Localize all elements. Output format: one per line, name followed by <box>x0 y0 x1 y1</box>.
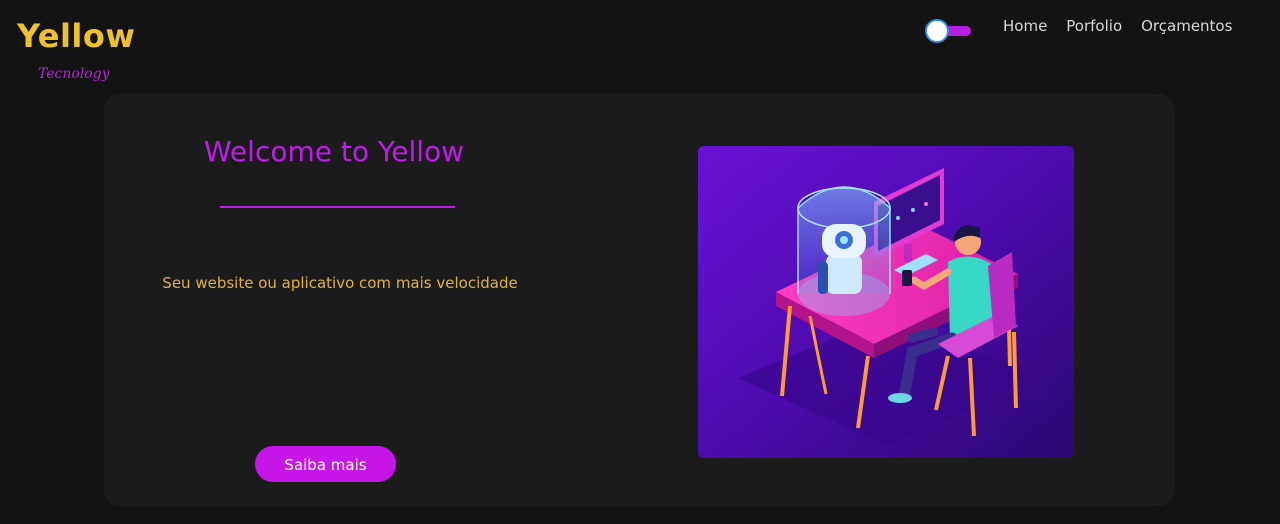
page: Yellow Tecnology Home Porfolio Orçamento… <box>0 0 1280 524</box>
logo-title[interactable]: Yellow <box>17 16 135 56</box>
nav-home[interactable]: Home <box>1003 15 1047 37</box>
robot-desk-illustration <box>698 146 1074 458</box>
main-nav: Home Porfolio Orçamentos <box>1003 15 1232 37</box>
hero-card: Welcome to Yellow Seu website ou aplicat… <box>104 94 1175 506</box>
toggle-knob <box>925 19 949 43</box>
hero-text: Seu website ou aplicativo com mais veloc… <box>162 274 518 292</box>
saiba-mais-button[interactable]: Saiba mais <box>255 446 396 482</box>
nav-portfolio[interactable]: Porfolio <box>1066 15 1122 37</box>
logo-subtitle: Tecnology <box>38 66 110 82</box>
hero-divider <box>220 206 455 208</box>
hero-title: Welcome to Yellow <box>203 135 465 168</box>
theme-toggle[interactable] <box>925 19 973 43</box>
nav-orcamentos[interactable]: Orçamentos <box>1141 15 1232 37</box>
